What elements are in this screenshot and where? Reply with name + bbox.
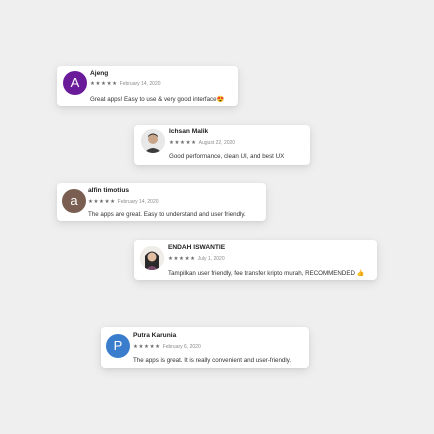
review-rating: ★★★★★ February 6, 2020 bbox=[133, 344, 201, 350]
reviewer-name: Ajeng bbox=[90, 70, 109, 77]
review-text: Great apps! Easy to use & very good inte… bbox=[90, 96, 225, 103]
person-photo-icon bbox=[141, 129, 165, 153]
review-rating: ★★★★★ February 14, 2020 bbox=[90, 81, 161, 87]
review-card: P Putra Karunia ★★★★★ February 6, 2020 Th… bbox=[101, 327, 309, 368]
person-photo-icon bbox=[140, 246, 164, 270]
review-card: a alfin timotius ★★★★★ February 14, 2020 … bbox=[57, 183, 266, 221]
reviewer-name: alfin timotius bbox=[88, 187, 130, 194]
review-text: The apps are great. Easy to understand a… bbox=[88, 211, 246, 218]
review-text: Tampilkan user friendly, fee transfer kr… bbox=[168, 270, 365, 277]
avatar: A bbox=[63, 71, 87, 95]
review-date: August 22, 2020 bbox=[198, 140, 236, 146]
review-date: July 1, 2020 bbox=[197, 256, 225, 262]
reviews-canvas: A Ajeng ★★★★★ February 14, 2020 Great app… bbox=[0, 0, 434, 434]
avatar: P bbox=[106, 334, 130, 358]
star-rating-icon: ★★★★★ bbox=[169, 140, 197, 146]
reviewer-name: ENDAH ISWANTIE bbox=[168, 244, 226, 251]
review-rating: ★★★★★ July 1, 2020 bbox=[168, 256, 225, 262]
review-text: Good performance, clean UI, and best UX bbox=[169, 153, 285, 160]
star-rating-icon: ★★★★★ bbox=[88, 199, 116, 205]
reviewer-name: Ichsan Malik bbox=[169, 128, 209, 135]
review-card: ENDAH ISWANTIE ★★★★★ July 1, 2020 Tampilk… bbox=[134, 240, 377, 280]
review-date: February 14, 2020 bbox=[117, 199, 159, 205]
review-date: February 6, 2020 bbox=[162, 344, 201, 350]
review-rating: ★★★★★ August 22, 2020 bbox=[169, 140, 235, 146]
star-rating-icon: ★★★★★ bbox=[90, 81, 118, 87]
review-text: The apps is great. It is really convenie… bbox=[133, 357, 292, 364]
review-date: February 14, 2020 bbox=[119, 81, 161, 87]
review-card: A Ajeng ★★★★★ February 14, 2020 Great app… bbox=[57, 66, 238, 106]
reviewer-name: Putra Karunia bbox=[133, 332, 177, 339]
avatar: a bbox=[62, 189, 86, 213]
star-rating-icon: ★★★★★ bbox=[133, 344, 161, 350]
star-rating-icon: ★★★★★ bbox=[168, 256, 196, 262]
review-rating: ★★★★★ February 14, 2020 bbox=[88, 199, 159, 205]
review-card: Ichsan Malik ★★★★★ August 22, 2020 Good p… bbox=[134, 125, 310, 165]
